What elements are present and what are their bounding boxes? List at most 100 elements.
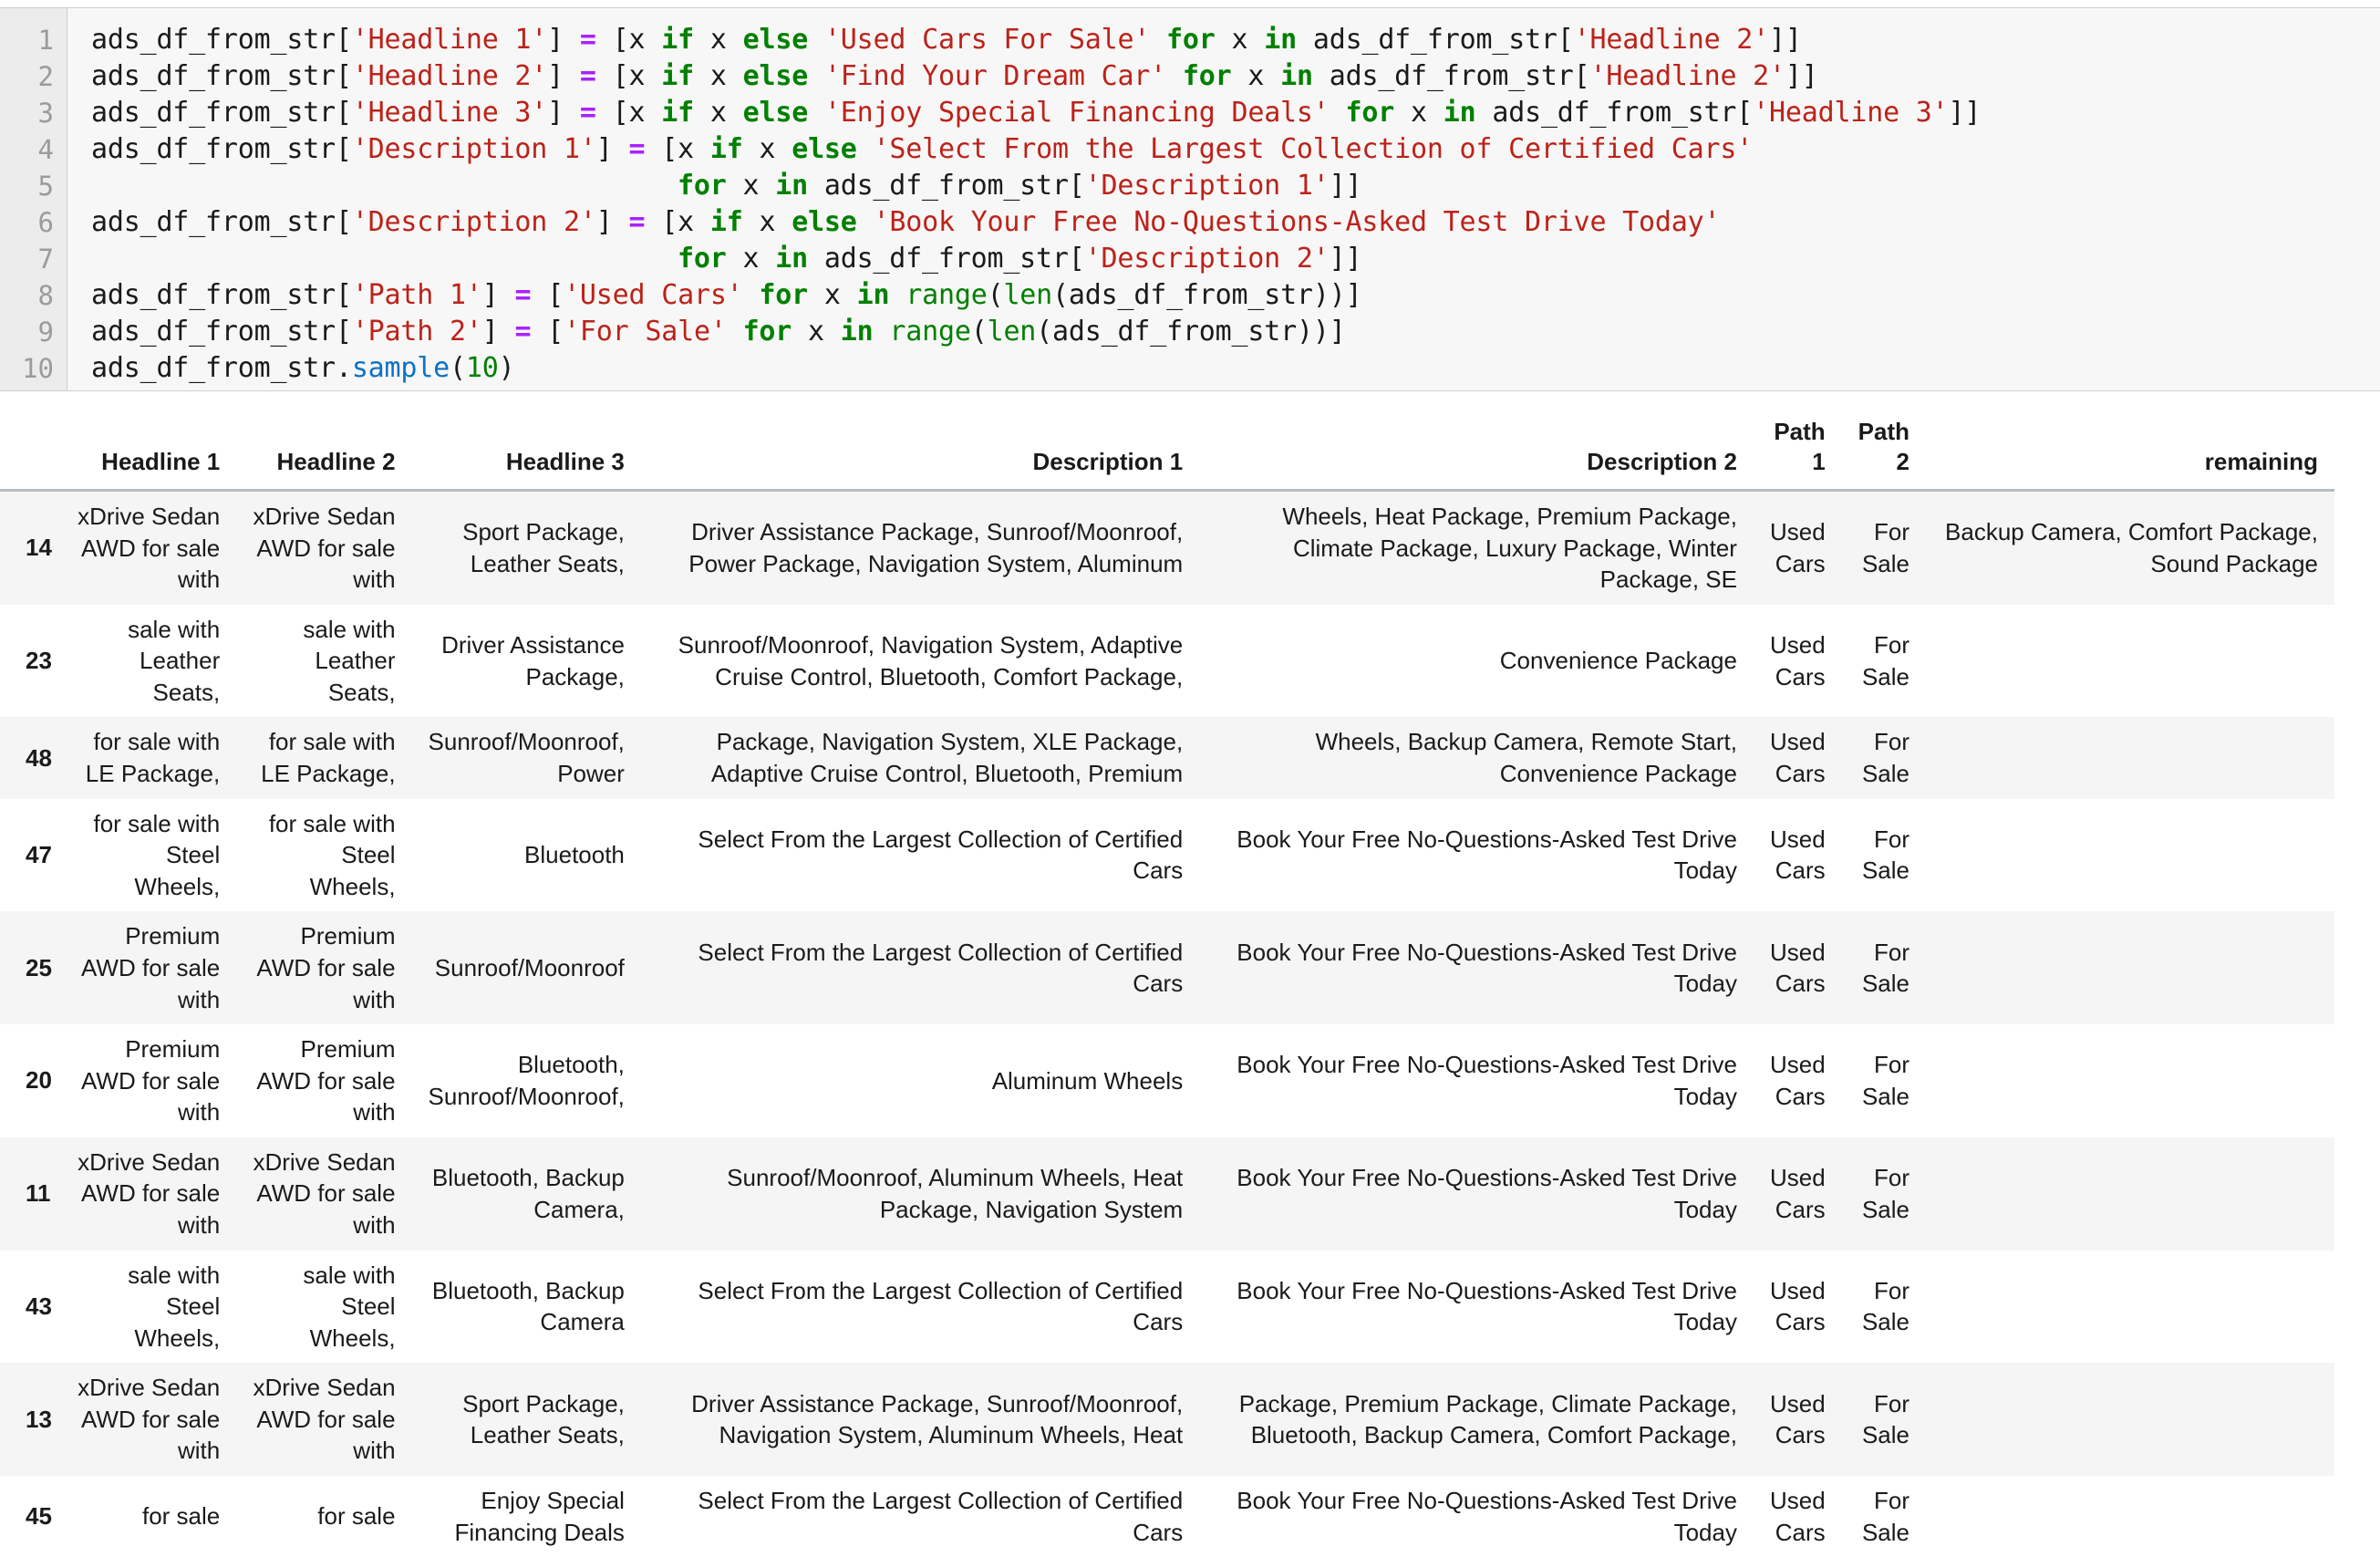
row-index-label: 48 xyxy=(0,717,61,798)
cell-headline-2: xDrive Sedan AWD for sale with xyxy=(236,1363,411,1476)
cell-description-1: Aluminum Wheels xyxy=(641,1024,1199,1137)
cell-path-2: For Sale xyxy=(1842,717,1926,798)
line-number: 1 xyxy=(0,22,67,58)
cell-headline-1: Premium AWD for sale with xyxy=(61,1024,236,1137)
cell-path-1: Used Cars xyxy=(1754,1363,1842,1476)
cell-headline-1: xDrive Sedan AWD for sale with xyxy=(61,1137,236,1251)
cell-description-2: Book Your Free No-Questions-Asked Test D… xyxy=(1199,1137,1754,1251)
column-header-index[interactable] xyxy=(0,410,61,491)
cell-path-1: Used Cars xyxy=(1754,717,1842,798)
cell-path-1: Used Cars xyxy=(1754,1251,1842,1364)
table-row[interactable]: 43 sale with Steel Wheels, sale with Ste… xyxy=(0,1251,2334,1364)
code-line-10[interactable]: ads_df_from_str.sample(10) xyxy=(91,350,2380,387)
cell-path-2: For Sale xyxy=(1842,1363,1926,1476)
cell-headline-2: Premium AWD for sale with xyxy=(236,1024,411,1137)
code-line-9[interactable]: ads_df_from_str['Path 2'] = ['For Sale' … xyxy=(91,314,2380,350)
code-line-2[interactable]: ads_df_from_str['Headline 2'] = [x if x … xyxy=(91,58,2380,95)
code-line-8[interactable]: ads_df_from_str['Path 1'] = ['Used Cars'… xyxy=(91,277,2380,314)
column-header-headline-3[interactable]: Headline 3 xyxy=(412,410,641,491)
cell-headline-2: for sale with LE Package, xyxy=(236,717,411,798)
code-editor-area[interactable]: ads_df_from_str['Headline 1'] = [x if x … xyxy=(67,8,2380,390)
cell-headline-1: sale with Steel Wheels, xyxy=(61,1251,236,1364)
code-line-5[interactable]: for x in ads_df_from_str['Description 1'… xyxy=(91,168,2380,204)
cell-remaining xyxy=(1926,605,2334,718)
cell-headline-3: Bluetooth xyxy=(412,799,641,912)
cell-description-1: Sunroof/Moonroof, Aluminum Wheels, Heat … xyxy=(641,1137,1199,1251)
cell-path-1: Used Cars xyxy=(1754,1024,1842,1137)
cell-headline-1: for sale with LE Package, xyxy=(61,717,236,798)
code-line-6[interactable]: ads_df_from_str['Description 2'] = [x if… xyxy=(91,204,2380,241)
cell-remaining xyxy=(1926,1251,2334,1364)
column-header-remaining[interactable]: remaining xyxy=(1926,410,2334,491)
cell-remaining xyxy=(1926,1476,2334,1557)
dataframe-output: Headline 1 Headline 2 Headline 3 Descrip… xyxy=(0,410,2380,1557)
code-line-3[interactable]: ads_df_from_str['Headline 3'] = [x if x … xyxy=(91,95,2380,131)
row-index-label: 25 xyxy=(0,911,61,1024)
cell-path-1: Used Cars xyxy=(1754,1476,1842,1557)
row-index-label: 20 xyxy=(0,1024,61,1137)
cell-headline-2: Premium AWD for sale with xyxy=(236,911,411,1024)
code-line-7[interactable]: for x in ads_df_from_str['Description 2'… xyxy=(91,241,2380,277)
table-row[interactable]: 47 for sale with Steel Wheels, for sale … xyxy=(0,799,2334,912)
cell-description-2: Wheels, Heat Package, Premium Package, C… xyxy=(1199,491,1754,605)
cell-path-2: For Sale xyxy=(1842,1024,1926,1137)
cell-headline-1: Premium AWD for sale with xyxy=(61,911,236,1024)
row-index-label: 13 xyxy=(0,1363,61,1476)
table-row[interactable]: 25 Premium AWD for sale with Premium AWD… xyxy=(0,911,2334,1024)
cell-path-1: Used Cars xyxy=(1754,491,1842,605)
cell-description-1: Package, Navigation System, XLE Package,… xyxy=(641,717,1199,798)
table-row[interactable]: 23 sale with Leather Seats, sale with Le… xyxy=(0,605,2334,718)
row-index-label: 45 xyxy=(0,1476,61,1557)
cell-description-2: Book Your Free No-Questions-Asked Test D… xyxy=(1199,1024,1754,1137)
column-header-path-1[interactable]: Path 1 xyxy=(1754,410,1842,491)
table-row[interactable]: 48 for sale with LE Package, for sale wi… xyxy=(0,717,2334,798)
cell-path-2: For Sale xyxy=(1842,491,1926,605)
line-number: 3 xyxy=(0,95,67,131)
table-row[interactable]: 14 xDrive Sedan AWD for sale with xDrive… xyxy=(0,491,2334,605)
table-row[interactable]: 11 xDrive Sedan AWD for sale with xDrive… xyxy=(0,1137,2334,1251)
cell-headline-2: xDrive Sedan AWD for sale with xyxy=(236,491,411,605)
cell-headline-3: Sport Package, Leather Seats, xyxy=(412,491,641,605)
cell-headline-2: sale with Leather Seats, xyxy=(236,605,411,718)
cell-description-2: Package, Premium Package, Climate Packag… xyxy=(1199,1363,1754,1476)
code-line-number-gutter: 1 2 3 4 5 6 7 8 9 10 xyxy=(0,8,67,390)
line-number: 2 xyxy=(0,58,67,95)
cell-path-2: For Sale xyxy=(1842,911,1926,1024)
column-header-description-2[interactable]: Description 2 xyxy=(1199,410,1754,491)
column-header-path-2[interactable]: Path 2 xyxy=(1842,410,1926,491)
line-number: 7 xyxy=(0,241,67,277)
cell-path-1: Used Cars xyxy=(1754,605,1842,718)
notebook-code-cell[interactable]: 1 2 3 4 5 6 7 8 9 10 ads_df_from_str['He… xyxy=(0,7,2380,391)
cell-remaining xyxy=(1926,1024,2334,1137)
cell-remaining xyxy=(1926,1363,2334,1476)
cell-headline-2: sale with Steel Wheels, xyxy=(236,1251,411,1364)
cell-headline-3: Bluetooth, Backup Camera xyxy=(412,1251,641,1364)
cell-description-1: Select From the Largest Collection of Ce… xyxy=(641,911,1199,1024)
cell-description-2: Book Your Free No-Questions-Asked Test D… xyxy=(1199,1476,1754,1557)
cell-description-1: Select From the Largest Collection of Ce… xyxy=(641,1476,1199,1557)
row-index-label: 43 xyxy=(0,1251,61,1364)
cell-path-1: Used Cars xyxy=(1754,911,1842,1024)
cell-headline-1: xDrive Sedan AWD for sale with xyxy=(61,1363,236,1476)
line-number: 10 xyxy=(0,350,67,387)
row-index-label: 23 xyxy=(0,605,61,718)
cell-headline-3: Sunroof/Moonroof, Power xyxy=(412,717,641,798)
cell-remaining xyxy=(1926,799,2334,912)
cell-description-2: Wheels, Backup Camera, Remote Start, Con… xyxy=(1199,717,1754,798)
cell-path-2: For Sale xyxy=(1842,605,1926,718)
table-row[interactable]: 20 Premium AWD for sale with Premium AWD… xyxy=(0,1024,2334,1137)
cell-headline-1: for sale xyxy=(61,1476,236,1557)
table-row[interactable]: 45 for sale for sale Enjoy Special Finan… xyxy=(0,1476,2334,1557)
line-number: 4 xyxy=(0,131,67,168)
cell-description-2: Book Your Free No-Questions-Asked Test D… xyxy=(1199,1251,1754,1364)
cell-headline-3: Sunroof/Moonroof xyxy=(412,911,641,1024)
table-body: 14 xDrive Sedan AWD for sale with xDrive… xyxy=(0,491,2334,1557)
table-row[interactable]: 13 xDrive Sedan AWD for sale with xDrive… xyxy=(0,1363,2334,1476)
column-header-headline-2[interactable]: Headline 2 xyxy=(236,410,411,491)
cell-path-1: Used Cars xyxy=(1754,1137,1842,1251)
row-index-label: 47 xyxy=(0,799,61,912)
column-header-headline-1[interactable]: Headline 1 xyxy=(61,410,236,491)
code-line-1[interactable]: ads_df_from_str['Headline 1'] = [x if x … xyxy=(91,22,2380,58)
column-header-description-1[interactable]: Description 1 xyxy=(641,410,1199,491)
code-line-4[interactable]: ads_df_from_str['Description 1'] = [x if… xyxy=(91,131,2380,168)
